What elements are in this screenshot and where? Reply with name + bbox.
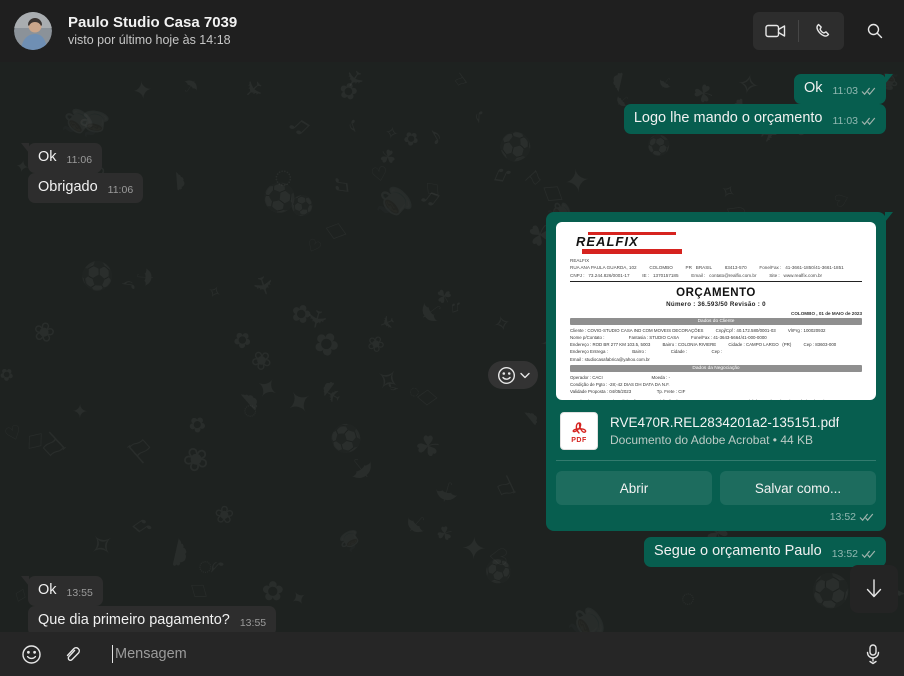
search-button[interactable] — [860, 16, 890, 46]
message-text: Ok — [38, 582, 57, 598]
emoji-picker-button[interactable] — [14, 637, 48, 671]
message-time: 13:52 — [829, 511, 856, 523]
scroll-to-bottom-button[interactable] — [850, 565, 898, 613]
emoji-reaction-icon[interactable] — [497, 366, 516, 385]
message-time: 11:03 — [832, 85, 859, 97]
paperclip-icon — [66, 647, 80, 661]
microphone-icon — [866, 644, 880, 665]
doc-section-negotiation: Dados da Negociação — [570, 364, 862, 372]
pdf-file-row[interactable]: PDF RVE470R.REL2834201a2-135151.pdf Docu… — [556, 400, 876, 460]
pdf-preview-document: REALFIX REALFIX RUA ANA PAULA GUARDA, 10… — [556, 222, 876, 400]
message-bubble-outgoing[interactable]: Logo lhe mando o orçamento 11:03 — [623, 104, 886, 134]
message-placeholder: Mensagem — [115, 646, 187, 662]
realfix-logo: REALFIX — [576, 232, 688, 254]
message-time: 11:03 — [832, 115, 859, 127]
message-bubble-pdf-attachment[interactable]: REALFIX REALFIX RUA ANA PAULA GUARDA, 10… — [546, 212, 893, 531]
chat-header: Paulo Studio Casa 7039 visto por último … — [0, 0, 904, 62]
message-text: Obrigado — [38, 179, 98, 195]
voice-call-button[interactable] — [799, 12, 844, 50]
open-button[interactable]: Abrir — [556, 471, 712, 505]
message-time: 13:55 — [66, 587, 93, 599]
double-check-icon — [861, 117, 876, 126]
contact-info[interactable]: Paulo Studio Casa 7039 visto por último … — [68, 13, 753, 49]
double-check-icon — [859, 513, 874, 522]
chevron-down-icon[interactable] — [519, 372, 530, 379]
double-check-icon — [861, 550, 876, 559]
message-list[interactable]: ✿♫☁☂♡✦⚽☕❀✧♢♪✈☘⚐◌✿♫☁☂♡✦⚽☕❀✧♢♪✈☘⚐◌✿♫☁☂♡✦⚽☕… — [0, 62, 904, 632]
message-bubble-outgoing[interactable]: Ok 11:03 — [793, 74, 894, 104]
text-cursor — [112, 645, 113, 663]
divider — [556, 460, 876, 461]
pdf-file-texts: RVE470R.REL2834201a2-135151.pdf Document… — [610, 414, 839, 449]
voice-message-button[interactable] — [856, 637, 890, 671]
message-bubble-outgoing[interactable]: Segue o orçamento Paulo 13:52 — [644, 537, 886, 567]
message-input[interactable]: Mensagem — [112, 645, 844, 663]
doc-negotiation-rows: Operador : CACI Moeda : - Condição de Pg… — [570, 374, 686, 394]
message-time: 13:52 — [831, 548, 858, 560]
message-meta: 13:52 — [556, 505, 876, 525]
save-as-button[interactable]: Salvar como... — [720, 471, 876, 505]
pdf-file-meta: Documento do Adobe Acrobat • 44 KB — [610, 432, 814, 447]
message-text: Logo lhe mando o orçamento — [633, 110, 823, 126]
doc-number-line: Número : 36.593/50 Revisão : 0 — [666, 301, 766, 309]
message-text: Que dia primeiro pagamento? — [38, 612, 230, 628]
emoji-icon — [21, 644, 41, 664]
video-call-button[interactable] — [753, 12, 798, 50]
whatsapp-window: Paulo Studio Casa 7039 visto por último … — [0, 0, 904, 676]
message-time: 11:06 — [66, 154, 93, 166]
last-seen-status: visto por último hoje às 14:18 — [68, 33, 231, 47]
pdf-preview-image[interactable]: REALFIX REALFIX RUA ANA PAULA GUARDA, 10… — [556, 222, 876, 400]
reaction-hover-pill[interactable] — [488, 361, 538, 389]
call-button-group — [753, 12, 844, 50]
avatar[interactable] — [14, 12, 52, 50]
doc-city-date: COLOMBO , 01 de MAIO de 2023 — [791, 311, 862, 317]
message-bubble-incoming[interactable]: Que dia primeiro pagamento? 13:55 — [28, 606, 277, 632]
doc-section-client: Dados do Cliente — [570, 318, 862, 326]
search-icon — [867, 23, 883, 39]
phone-icon — [815, 23, 829, 37]
header-actions — [753, 12, 890, 50]
message-bubble-incoming[interactable]: Ok 11:06 — [20, 143, 103, 173]
message-bubble-incoming[interactable]: Ok 13:55 — [21, 576, 103, 606]
pdf-action-buttons: Abrir Salvar como... — [556, 471, 876, 505]
double-check-icon — [861, 87, 876, 96]
message-text: Ok — [803, 80, 823, 96]
doc-client-rows: Cliente : COVIG-STUDIO CASA IND COM MOVE… — [570, 328, 837, 362]
pdf-icon: PDF — [560, 412, 598, 450]
pdf-filename: RVE470R.REL2834201a2-135151.pdf — [610, 414, 840, 430]
message-bubble-incoming[interactable]: Obrigado 11:06 — [28, 173, 144, 203]
doc-address-lines: REALFIX RUA ANA PAULA GUARDA, 102 COLOMB… — [570, 257, 862, 283]
attach-file-button[interactable] — [56, 637, 90, 671]
doc-title: ORÇAMENTO — [676, 287, 756, 300]
composer-bar: Mensagem — [0, 632, 904, 676]
contact-name: Paulo Studio Casa 7039 — [68, 14, 238, 31]
arrow-down-icon — [866, 579, 882, 598]
message-time: 11:06 — [107, 184, 134, 196]
message-text: Segue o orçamento Paulo — [654, 543, 822, 559]
video-camera-icon — [764, 24, 785, 38]
message-text: Ok — [38, 149, 57, 165]
doc-note: Atendendo sua prezada solicitação, temos… — [570, 399, 862, 400]
message-time: 13:55 — [239, 617, 267, 629]
